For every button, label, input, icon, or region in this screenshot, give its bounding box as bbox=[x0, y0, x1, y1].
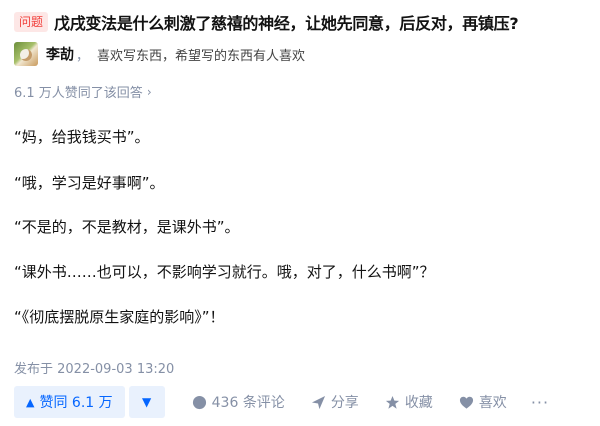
comments-button[interactable]: 436 条评论 bbox=[192, 392, 285, 412]
answer-paragraph: “妈，给我钱买书”。 bbox=[14, 128, 150, 146]
answer-paragraph: “不是的，不是教材，是课外书”。 bbox=[14, 218, 240, 236]
vote-summary-text: 6.1 万人赞同了该回答 bbox=[14, 86, 143, 101]
share-label: 分享 bbox=[330, 395, 359, 411]
share-button[interactable]: 分享 bbox=[311, 392, 359, 412]
action-bar: ▲ 赞同 6.1 万 ▼ 436 条评论 分享 收藏 喜欢 ··· bbox=[14, 386, 549, 418]
triangle-up-icon: ▲ bbox=[26, 395, 35, 409]
question-header: 问题 戊戌变法是什么刺激了慈禧的神经，让她先同意，后反对，再镇压? bbox=[14, 10, 594, 34]
triangle-down-icon: ▼ bbox=[142, 395, 152, 409]
chevron-right-icon: › bbox=[146, 84, 152, 99]
star-icon bbox=[385, 395, 399, 409]
author-name[interactable]: 李劼 bbox=[46, 44, 74, 64]
answer-paragraph: “课外书……也可以，不影响学习就行。哦，对了，什么书啊”？ bbox=[14, 263, 435, 281]
upvote-button[interactable]: ▲ 赞同 6.1 万 bbox=[14, 386, 125, 418]
like-button[interactable]: 喜欢 bbox=[459, 392, 507, 412]
collect-button[interactable]: 收藏 bbox=[385, 392, 433, 412]
author-separator: ， bbox=[76, 48, 90, 64]
upvote-label: 赞同 6.1 万 bbox=[39, 395, 113, 411]
comments-label: 436 条评论 bbox=[211, 395, 285, 411]
like-label: 喜欢 bbox=[478, 395, 507, 411]
author-info: 李劼 ， 喜欢写东西，希望写的东西有人喜欢 bbox=[14, 42, 305, 66]
question-title[interactable]: 戊戌变法是什么刺激了慈禧的神经，让她先同意，后反对，再镇压? bbox=[54, 10, 519, 34]
answer-paragraph: “《彻底摆脱原生家庭的影响》”！ bbox=[14, 308, 225, 326]
question-badge: 问题 bbox=[14, 12, 49, 32]
author-bio: 喜欢写东西，希望写的东西有人喜欢 bbox=[97, 48, 306, 64]
share-icon bbox=[311, 395, 325, 409]
downvote-button[interactable]: ▼ bbox=[128, 386, 165, 418]
answer-paragraph: “哦，学习是好事啊”。 bbox=[14, 174, 165, 192]
comment-icon bbox=[192, 395, 206, 409]
avatar[interactable] bbox=[14, 42, 38, 66]
more-options-button[interactable]: ··· bbox=[531, 393, 549, 412]
vote-summary-link[interactable]: 6.1 万人赞同了该回答 › bbox=[14, 82, 152, 102]
publish-time: 发布于 2022-09-03 13:20 bbox=[14, 362, 175, 377]
collect-label: 收藏 bbox=[404, 395, 433, 411]
heart-icon bbox=[459, 396, 473, 409]
